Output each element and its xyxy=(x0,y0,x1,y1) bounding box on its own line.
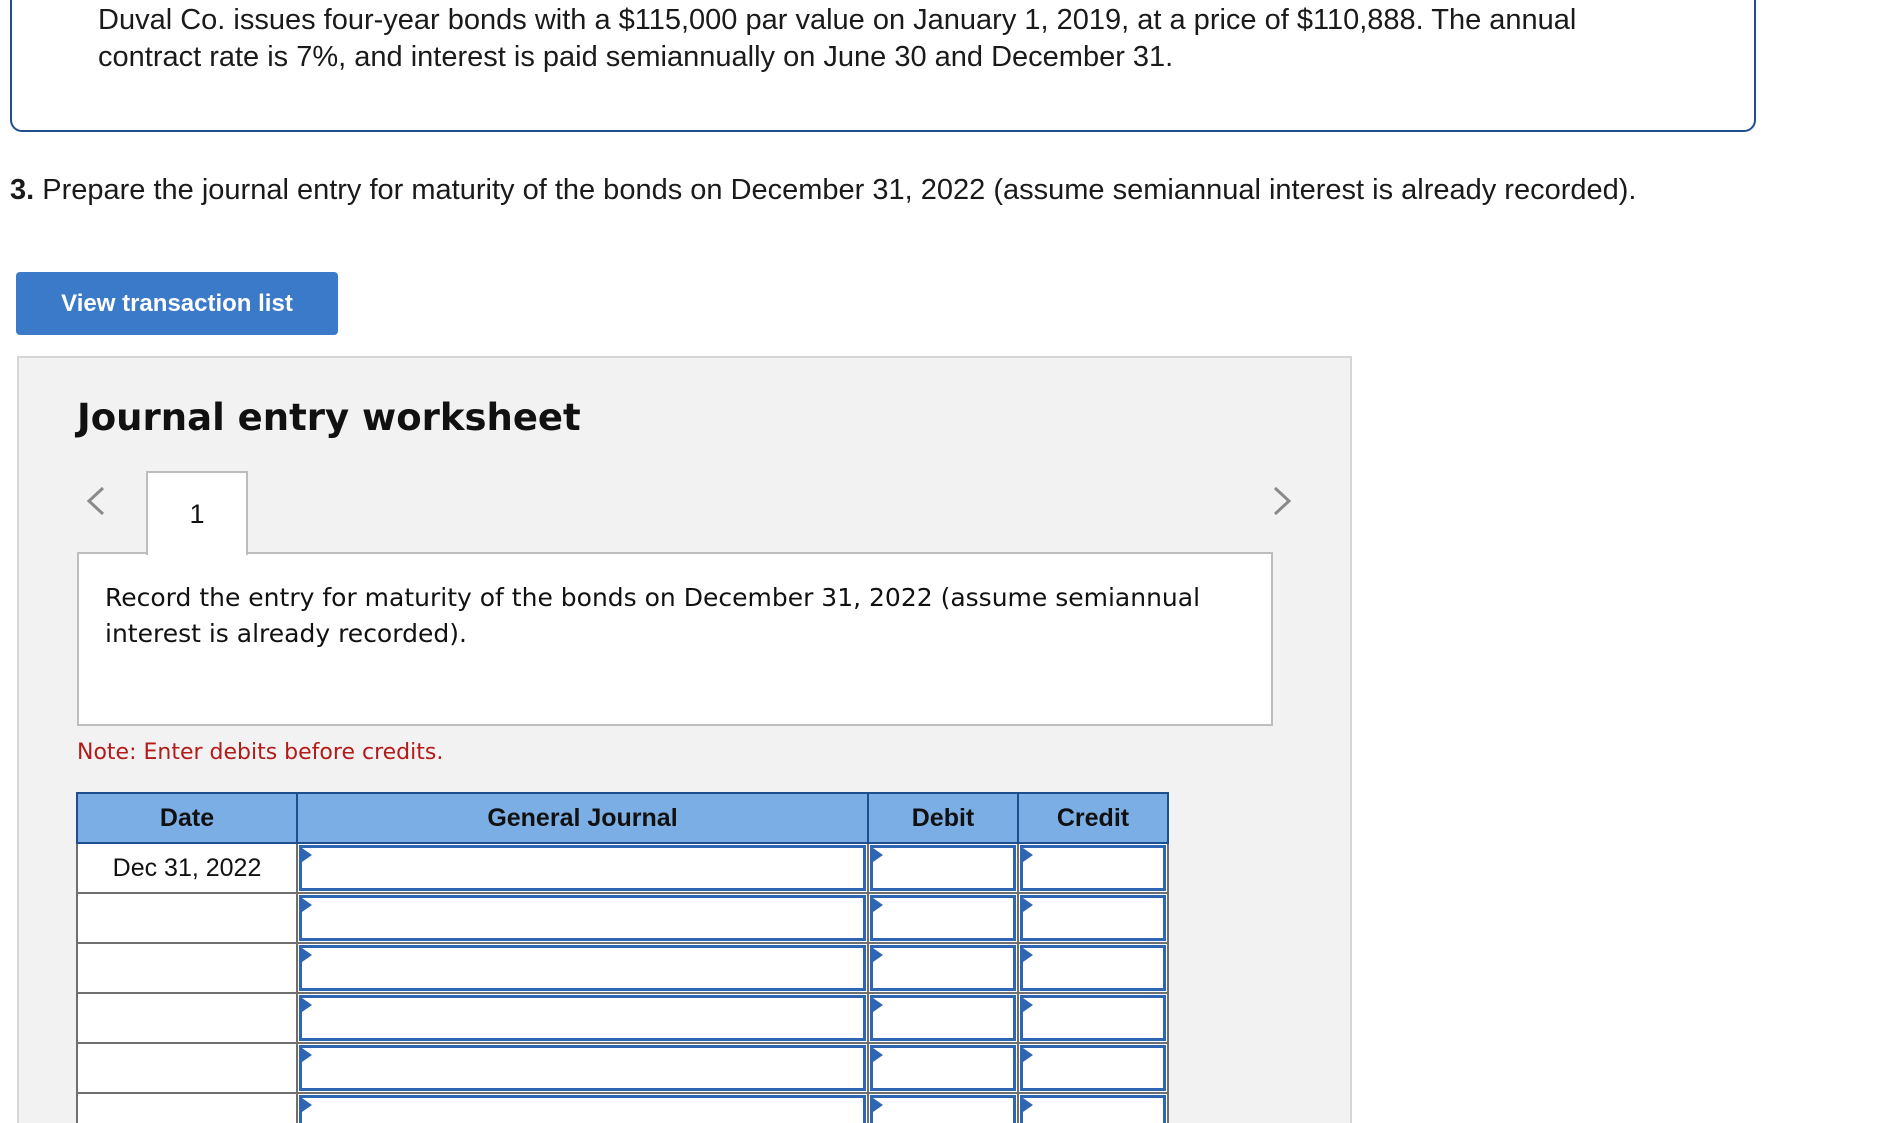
header-general-journal: General Journal xyxy=(296,792,869,844)
journal-entry-worksheet: Journal entry worksheet 1 Record the ent… xyxy=(17,356,1352,1123)
worksheet-title: Journal entry worksheet xyxy=(77,396,581,439)
chevron-left-icon[interactable] xyxy=(75,476,115,526)
journal-header-row: Date General Journal Debit Credit xyxy=(76,792,1169,844)
credit-input[interactable] xyxy=(1020,995,1166,1041)
date-cell xyxy=(76,1042,298,1094)
credit-input[interactable] xyxy=(1020,1045,1166,1091)
table-row xyxy=(76,992,1169,1044)
date-cell xyxy=(76,992,298,1044)
tab-entry-1[interactable]: 1 xyxy=(146,471,248,555)
chevron-right-icon[interactable] xyxy=(1263,476,1303,526)
account-input[interactable] xyxy=(299,995,866,1041)
header-credit: Credit xyxy=(1017,792,1169,844)
credit-input[interactable] xyxy=(1020,895,1166,941)
journal-table: Date General Journal Debit Credit Dec 31… xyxy=(76,792,1169,1123)
account-cell xyxy=(296,892,869,944)
account-cell xyxy=(296,942,869,994)
account-input[interactable] xyxy=(299,1045,866,1091)
debit-input[interactable] xyxy=(870,945,1016,991)
credit-input[interactable] xyxy=(1020,945,1166,991)
header-debit: Debit xyxy=(867,792,1019,844)
credit-input[interactable] xyxy=(1020,1095,1166,1123)
debit-cell xyxy=(867,842,1019,894)
credit-cell xyxy=(1017,942,1169,994)
account-input[interactable] xyxy=(299,895,866,941)
credit-cell xyxy=(1017,992,1169,1044)
credit-cell xyxy=(1017,1042,1169,1094)
debit-cell xyxy=(867,992,1019,1044)
credit-cell xyxy=(1017,892,1169,944)
date-cell xyxy=(76,892,298,944)
problem-text: Duval Co. issues four-year bonds with a … xyxy=(98,4,1577,73)
table-row: Dec 31, 2022 xyxy=(76,842,1169,894)
question: 3. Prepare the journal entry for maturit… xyxy=(10,170,1636,210)
account-input[interactable] xyxy=(299,945,866,991)
view-transaction-list-button[interactable]: View transaction list xyxy=(16,272,338,335)
date-cell xyxy=(76,942,298,994)
debit-input[interactable] xyxy=(870,895,1016,941)
table-row xyxy=(76,892,1169,944)
date-cell xyxy=(76,1092,298,1123)
debit-cell xyxy=(867,892,1019,944)
debit-input[interactable] xyxy=(870,1045,1016,1091)
question-text: Prepare the journal entry for maturity o… xyxy=(34,174,1637,206)
debit-input[interactable] xyxy=(870,1095,1016,1123)
debit-input[interactable] xyxy=(870,995,1016,1041)
note-text: Note: Enter debits before credits. xyxy=(77,740,444,765)
table-row xyxy=(76,1092,1169,1123)
credit-cell xyxy=(1017,842,1169,894)
debit-cell xyxy=(867,942,1019,994)
debit-cell xyxy=(867,1042,1019,1094)
account-cell xyxy=(296,1042,869,1094)
date-cell: Dec 31, 2022 xyxy=(76,842,298,894)
account-input[interactable] xyxy=(299,845,866,891)
account-cell xyxy=(296,992,869,1044)
header-date: Date xyxy=(76,792,298,844)
credit-input[interactable] xyxy=(1020,845,1166,891)
account-cell xyxy=(296,1092,869,1123)
page: Duval Co. issues four-year bonds with a … xyxy=(0,0,1879,1123)
instruction-text: Record the entry for maturity of the bon… xyxy=(105,583,1201,648)
credit-cell xyxy=(1017,1092,1169,1123)
debit-input[interactable] xyxy=(870,845,1016,891)
problem-box: Duval Co. issues four-year bonds with a … xyxy=(10,0,1756,132)
table-row xyxy=(76,1042,1169,1094)
question-number: 3. xyxy=(10,174,35,206)
account-input[interactable] xyxy=(299,1095,866,1123)
instruction-box: Record the entry for maturity of the bon… xyxy=(77,552,1273,726)
table-row xyxy=(76,942,1169,994)
account-cell xyxy=(296,842,869,894)
debit-cell xyxy=(867,1092,1019,1123)
